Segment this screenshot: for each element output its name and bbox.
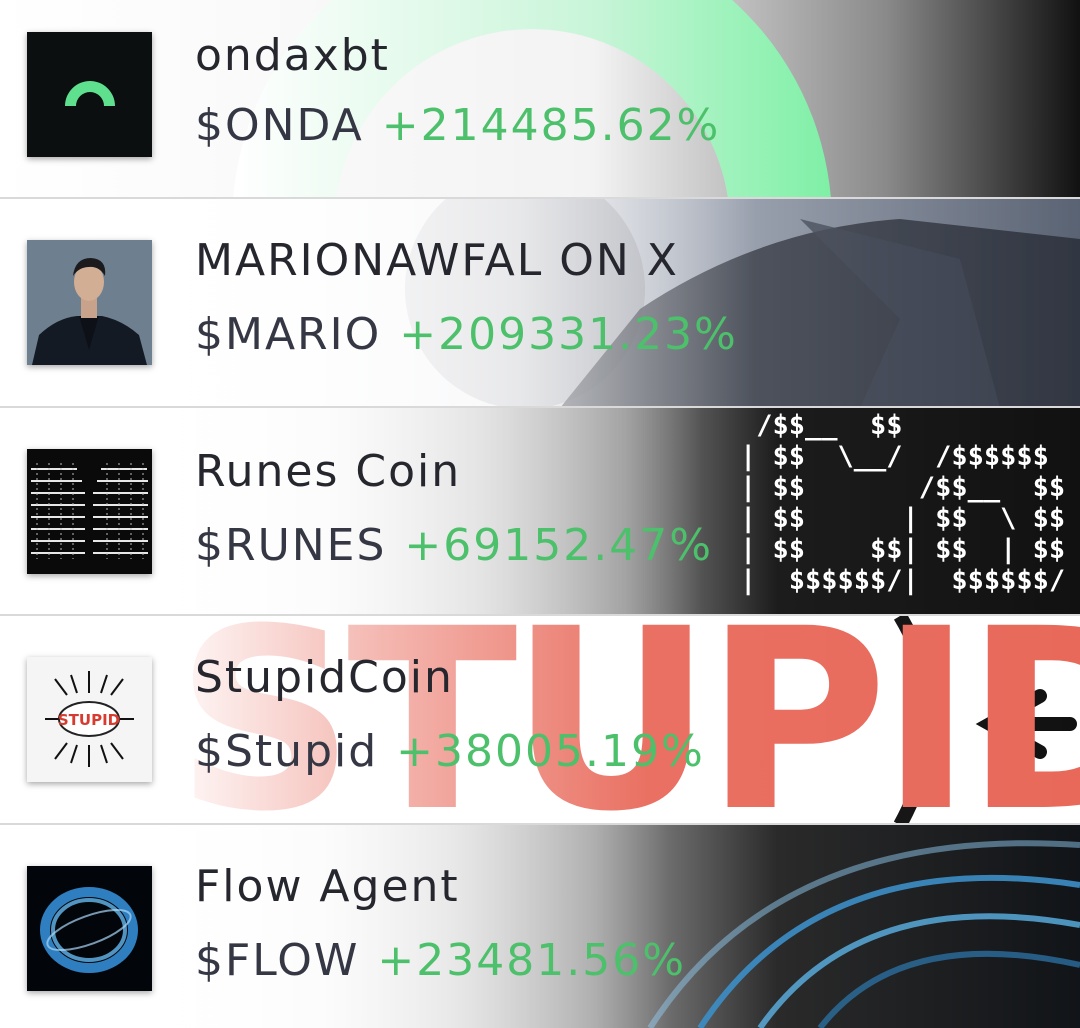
token-stats: $FLOW +23481.56%: [195, 935, 686, 986]
token-change: +38005.19%: [396, 726, 705, 777]
row-background: [0, 0, 1080, 197]
token-row-mario[interactable]: MARIONAWFAL ON X $MARIO +209331.23%: [0, 199, 1080, 408]
token-list: ondaxbt $ONDA +214485.62% MARIONAWFAL ON…: [0, 0, 1080, 1028]
token-stats: $Stupid +38005.19%: [195, 726, 705, 777]
token-change: +69152.47%: [404, 520, 714, 571]
row-background: STUPID: [0, 616, 1080, 823]
token-stats: $ONDA +214485.62%: [195, 100, 720, 151]
mario-avatar: [27, 240, 152, 365]
token-name: Flow Agent: [195, 861, 460, 912]
token-change: +214485.62%: [381, 100, 721, 151]
runes-logo: [27, 449, 152, 574]
flow-logo: [27, 866, 152, 991]
token-ticker: $RUNES: [195, 520, 387, 571]
row-background: [0, 825, 1080, 1028]
token-row-stupid[interactable]: STUPID STUPID StupidCoin $Stupid+38005.: [0, 616, 1080, 825]
token-change: +209331.23%: [399, 309, 738, 360]
onda-arc-background: [233, 0, 831, 197]
token-change: +23481.56%: [377, 935, 687, 986]
token-name: ondaxbt: [195, 30, 390, 81]
svg-text:STUPID: STUPID: [58, 711, 120, 729]
token-stats: $RUNES +69152.47%: [195, 520, 713, 571]
row-background: [0, 199, 1080, 406]
token-ticker: $Stupid: [195, 726, 379, 777]
row-background: /$$__ $$ | $$ \__/ /$$$$$$ | $$ /$$__ $$…: [0, 408, 1080, 614]
token-ticker: $MARIO: [195, 309, 382, 360]
stupid-logo: STUPID: [27, 657, 152, 782]
token-row-onda[interactable]: ondaxbt $ONDA +214485.62%: [0, 0, 1080, 199]
token-name: MARIONAWFAL ON X: [195, 235, 679, 286]
token-ticker: $FLOW: [195, 935, 360, 986]
token-ticker: $ONDA: [195, 100, 364, 151]
runes-pattern: [31, 463, 148, 559]
token-name: Runes Coin: [195, 446, 462, 497]
token-row-runes[interactable]: /$$__ $$ | $$ \__/ /$$$$$$ | $$ /$$__ $$…: [0, 408, 1080, 616]
onda-logo: [27, 32, 152, 157]
token-stats: $MARIO +209331.23%: [195, 309, 738, 360]
token-name: StupidCoin: [195, 652, 454, 703]
token-row-flow[interactable]: Flow Agent $FLOW +23481.56%: [0, 825, 1080, 1028]
